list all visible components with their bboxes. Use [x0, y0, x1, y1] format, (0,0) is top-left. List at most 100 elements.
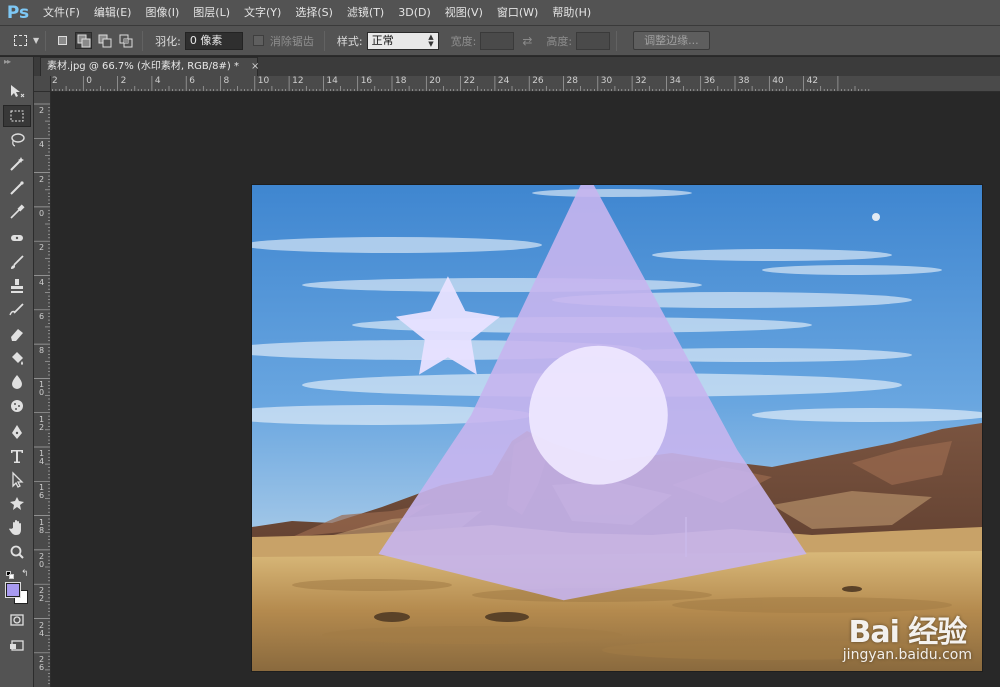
- brush-icon: [11, 255, 24, 269]
- ruler-v-label: 10: [38, 380, 45, 398]
- ruler-h-label: 18: [395, 76, 407, 86]
- ruler-h-label: 26: [532, 76, 544, 86]
- menu-filter[interactable]: 滤镜(T): [340, 0, 391, 26]
- foreground-color-swatch[interactable]: [5, 582, 21, 598]
- vertical-ruler[interactable]: 2420246810121416182022242628: [34, 92, 51, 687]
- lasso-icon: [11, 133, 25, 147]
- intersect-selection-button[interactable]: [117, 32, 134, 49]
- menu-type[interactable]: 文字(Y): [237, 0, 288, 26]
- move-tool[interactable]: [3, 81, 31, 103]
- marquee-tool[interactable]: [3, 105, 31, 127]
- clone-stamp-tool[interactable]: [3, 275, 31, 297]
- ruler-h-label: 14: [326, 76, 338, 86]
- new-selection-button[interactable]: [54, 32, 71, 49]
- ruler-h-label: 34: [669, 76, 681, 86]
- add-to-selection-button[interactable]: [75, 32, 93, 49]
- tool-preset-picker[interactable]: ▼: [14, 35, 39, 46]
- menu-help[interactable]: 帮助(H): [545, 0, 598, 26]
- screen-mode-button[interactable]: [3, 635, 31, 657]
- ruler-h-label: 4: [154, 76, 161, 86]
- add-selection-icon: [77, 34, 91, 47]
- pen-nib-icon: [12, 425, 22, 439]
- paint-bucket-icon: [12, 352, 23, 365]
- ruler-h-label: 10: [257, 76, 270, 86]
- antialias-checkbox[interactable]: [252, 35, 264, 46]
- ruler-v-label: 0: [38, 208, 45, 218]
- ruler-h-label: 28: [566, 76, 578, 86]
- ruler-h-label: 2: [120, 76, 127, 86]
- ruler-h-label: 2: [52, 76, 58, 86]
- refine-edge-button[interactable]: 调整边缘...: [633, 31, 710, 50]
- eraser-tool[interactable]: [3, 323, 31, 345]
- hand-tool[interactable]: [3, 517, 31, 539]
- menu-select[interactable]: 选择(S): [288, 0, 340, 26]
- menu-3d[interactable]: 3D(D): [391, 0, 438, 26]
- spot-healing-tool[interactable]: [3, 227, 31, 249]
- subtract-selection-button[interactable]: [96, 32, 113, 49]
- wizard-mascot-icon: [378, 185, 807, 601]
- panel-collapse-grip[interactable]: ▸▸: [0, 57, 33, 69]
- ruler-v-label: 6: [38, 311, 45, 321]
- ruler-v-label: 12: [38, 414, 45, 432]
- close-icon[interactable]: ×: [251, 58, 259, 75]
- ruler-h-label: 12: [292, 76, 304, 86]
- ruler-v-label: 4: [38, 140, 45, 150]
- path-selection-tool[interactable]: [3, 469, 31, 491]
- menu-edit[interactable]: 编辑(E): [87, 0, 139, 26]
- eyedropper-icon: [10, 204, 25, 219]
- blur-tool[interactable]: [3, 371, 31, 393]
- menu-window[interactable]: 窗口(W): [490, 0, 545, 26]
- options-bar: ▼ 羽化: 0 像素 消除锯齿 样式: 正常 ▲ ▼ 宽度: ⇄ 高度: 调整边缘…: [0, 26, 1000, 56]
- type-tool[interactable]: [3, 445, 31, 467]
- swap-dimensions-icon[interactable]: ⇄: [522, 34, 532, 48]
- style-label: 样式:: [336, 34, 363, 48]
- ruler-v-label: 2: [38, 106, 45, 115]
- custom-shape-tool[interactable]: [3, 493, 31, 515]
- ruler-v-label: 16: [38, 483, 45, 501]
- document-image[interactable]: Bai 经验 jingyan.baidu.com: [252, 185, 982, 671]
- document-tab[interactable]: 素材.jpg @ 66.7% (水印素材, RGB/8#) * ×: [40, 57, 259, 76]
- menu-layer[interactable]: 图层(L): [186, 0, 237, 26]
- ruler-h-label: 30: [600, 76, 613, 86]
- horizontal-ruler[interactable]: 2 0 2 4 6 8 10 12 14 16 18 20 22 24 26 28 30 32 34 36 38 40 42: [51, 76, 1000, 92]
- ruler-h-label: 22: [463, 76, 476, 86]
- ruler-origin[interactable]: [34, 76, 51, 92]
- color-swatches: ↰: [3, 569, 33, 607]
- brush-pen-icon: [10, 181, 24, 195]
- divider: [616, 30, 618, 51]
- ruler-v-label: 26: [38, 654, 45, 672]
- height-label: 高度:: [546, 34, 573, 48]
- lasso-tool[interactable]: [3, 129, 31, 151]
- default-colors-icon[interactable]: [6, 571, 14, 579]
- hand-icon: [9, 520, 21, 535]
- updown-arrows-icon: ▲ ▼: [428, 32, 434, 48]
- custom-shape-icon: [10, 497, 24, 510]
- healing-bandage-icon: [11, 235, 23, 241]
- history-brush-tool[interactable]: [3, 299, 31, 321]
- ruler-h-label: 16: [360, 76, 373, 86]
- ruler-h-label: 32: [635, 76, 647, 86]
- zoom-tool[interactable]: [3, 541, 31, 563]
- tools-panel: ▸▸ ↰: [0, 57, 34, 687]
- height-input[interactable]: [576, 31, 611, 50]
- swap-colors-icon[interactable]: ↰: [21, 569, 29, 579]
- pen-tool[interactable]: [3, 421, 31, 443]
- sponge-tool[interactable]: [3, 395, 31, 417]
- zoom-magnifier-icon: [10, 545, 24, 559]
- menu-view[interactable]: 视图(V): [438, 0, 490, 26]
- ruler-v-label: 18: [38, 517, 45, 535]
- style-select[interactable]: 正常 ▲ ▼: [366, 31, 439, 50]
- brush-tool[interactable]: [3, 251, 31, 273]
- width-input[interactable]: [480, 31, 515, 50]
- menu-image[interactable]: 图像(I): [138, 0, 186, 26]
- eyedropper-tool[interactable]: [3, 201, 31, 223]
- crop-tool[interactable]: [3, 177, 31, 199]
- menu-file[interactable]: 文件(F): [36, 0, 87, 26]
- eraser-icon: [11, 329, 23, 341]
- ruler-h-label: 24: [497, 76, 510, 86]
- quick-mask-button[interactable]: [3, 609, 31, 631]
- canvas-workspace[interactable]: Bai 经验 jingyan.baidu.com: [52, 93, 1000, 687]
- paint-bucket-tool[interactable]: [3, 347, 31, 369]
- magic-wand-tool[interactable]: [3, 153, 31, 175]
- feather-input[interactable]: 0 像素: [184, 31, 243, 50]
